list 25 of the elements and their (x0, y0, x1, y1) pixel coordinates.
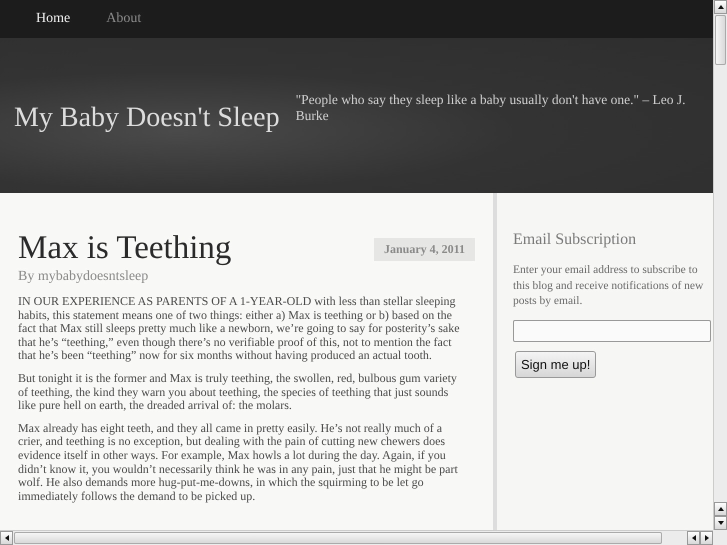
post-date: January 4, 2011 (374, 238, 475, 261)
nav-link[interactable]: About (106, 11, 142, 27)
site-title[interactable]: My Baby Doesn't Sleep (14, 102, 280, 134)
vertical-scrollbar[interactable] (713, 0, 727, 530)
scroll-up-icon[interactable] (714, 0, 727, 14)
scroll-right-icon[interactable] (700, 531, 713, 545)
post-byline: By mybabydoesntsleep (18, 269, 150, 285)
body-paragraph: IN OUR EXPERIENCE AS PARENTS OF A 1-YEAR-OLD with less than stellar sleeping habits, this statement means one of two things: either a) Max is teething or b) based on the fact that Max still sleeps pretty much like a newborn, we’re going to say for posterity’s sake that he’s “teething,” even though there’s no verifiable proof of this, not to mention the fact that he’s been “teething” now for six months without having produced an actual tooth. (18, 295, 461, 363)
nav-link[interactable]: Home (36, 11, 70, 27)
post-title[interactable]: Max is Teething (18, 229, 232, 267)
sign-up-button[interactable]: Sign me up! (515, 350, 596, 378)
body-paragraph: Max already has eight teeth, and they all came in pretty easily. He’s not really much of a crier, and teething is no exception, but dealing with the pain of cutting new chewers does evidence itself in other ways. For example, Max howls a lot during the day. Again, if you didn’t know it, you wouldn’t necessarily think he was in any pain, just that he might be part wolf. He also demands more hug-put-me-downs, in which the squirming to be let go immediately follows the demand to be picked up. (18, 422, 459, 504)
scrollbar-thumb[interactable] (715, 15, 726, 65)
horizontal-scrollbar[interactable] (0, 530, 713, 545)
scrollbar-thumb[interactable] (14, 532, 662, 544)
scrollbar-corner (713, 530, 727, 545)
widget-title: Email Subscription (513, 231, 638, 249)
widget-description: Enter your email address to subscribe to this blog and receive notifications of new posts by email. (513, 263, 704, 309)
scroll-left-icon[interactable] (0, 531, 13, 545)
email-input-field[interactable] (513, 320, 711, 342)
tagline: "People who say they sleep like a baby usually don't have one." – Leo J. Burke (296, 92, 686, 124)
body-paragraph: But tonight it is the former and Max is truly teething, the swollen, red, bulbous gum variety of teething, the kind they warn you about teething, the species of teething that just sounds like pure hell on earth, the dreaded arrival of: the molars. (18, 372, 458, 413)
scroll-up-icon[interactable] (714, 502, 727, 516)
scroll-down-icon[interactable] (714, 516, 727, 530)
scroll-left-icon[interactable] (687, 531, 700, 545)
